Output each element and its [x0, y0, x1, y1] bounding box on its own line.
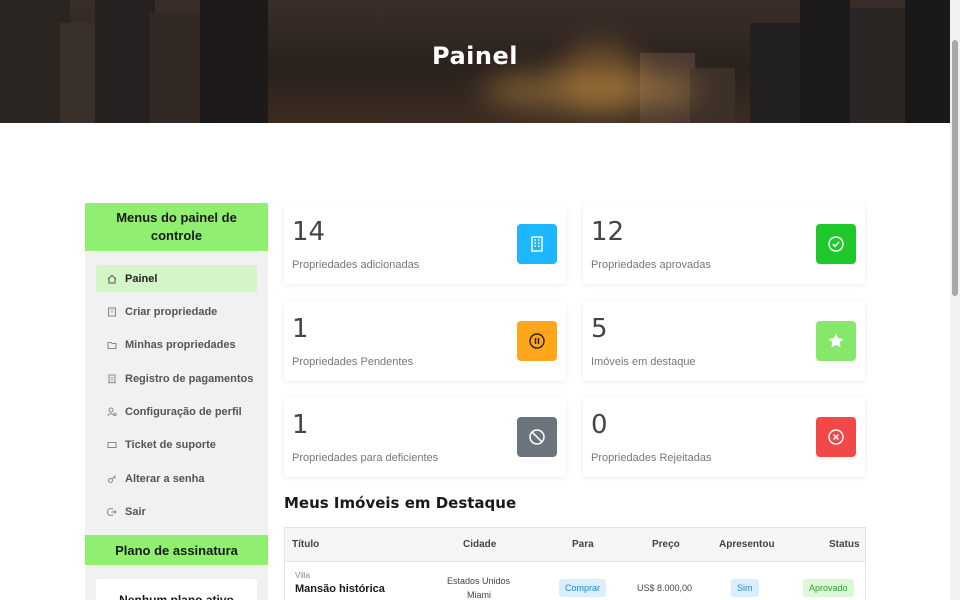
- featured-badge: Sim: [731, 579, 759, 597]
- sidebar-item-sair[interactable]: Sair: [96, 499, 257, 526]
- x-circle-icon: [816, 417, 856, 457]
- key-icon: [106, 473, 118, 485]
- property-country: Estados Unidos: [447, 576, 511, 586]
- stat-label: Propriedades aprovadas: [591, 259, 711, 271]
- check-circle-icon: [816, 224, 856, 264]
- stat-card-rejected: 0 Propriedades Rejeitadas: [583, 397, 865, 477]
- pause-circle-icon: [517, 321, 557, 361]
- dashboard-page: Painel Menus do painel de controle Paine…: [0, 0, 960, 600]
- featured-section-title: Meus Imóveis em Destaque: [284, 494, 517, 512]
- hero-banner: Painel: [0, 0, 950, 123]
- sidebar-item-label: Registro de pagamentos: [125, 372, 254, 385]
- stat-label: Propriedades Rejeitadas: [591, 452, 712, 464]
- sidebar-item-label: Criar propriedade: [125, 305, 218, 318]
- stat-card-approved: 12 Propriedades aprovadas: [583, 204, 865, 284]
- stat-card-disabled: 1 Propriedades para deficientes: [284, 397, 566, 477]
- page-title: Painel: [432, 42, 518, 70]
- table-header: Título Cidade Para Preço Apresentou Stat…: [285, 528, 865, 562]
- sidebar-item-minhas-propriedades[interactable]: Minhas propriedades: [96, 332, 257, 359]
- property-price: US$ 8.000,00: [637, 583, 693, 593]
- user-gear-icon: [106, 406, 118, 418]
- stat-value: 5: [591, 314, 608, 344]
- receipt-icon: [106, 373, 118, 385]
- stat-value: 12: [591, 217, 625, 247]
- column-header-status: Status: [829, 539, 860, 550]
- stat-label: Propriedades para deficientes: [292, 452, 439, 464]
- stat-label: Imóveis em destaque: [591, 356, 696, 368]
- sidebar-menu: Painel Criar propriedade Minhas propried…: [85, 251, 268, 526]
- stat-value: 1: [292, 410, 309, 440]
- stat-label: Propriedades Pendentes: [292, 356, 414, 368]
- featured-table: Título Cidade Para Preço Apresentou Stat…: [284, 527, 866, 600]
- sidebar-item-label: Minhas propriedades: [125, 339, 236, 352]
- home-icon: [106, 273, 118, 285]
- column-header-for: Para: [572, 539, 594, 550]
- sidebar-item-label: Configuração de perfil: [125, 406, 242, 419]
- plan-status: Nenhum plano ativo: [96, 579, 257, 600]
- sidebar-item-label: Ticket de suporte: [125, 439, 216, 452]
- sidebar-title: Menus do painel de controle: [85, 203, 268, 251]
- status-badge: Aprovado: [803, 579, 854, 597]
- stat-value: 14: [292, 217, 326, 247]
- table-row[interactable]: Villa Mansão histórica Estados Unidos Mi…: [285, 562, 865, 600]
- building-icon: [106, 306, 118, 318]
- logout-icon: [106, 506, 118, 518]
- stat-value: 1: [292, 314, 309, 344]
- stat-card-pending: 1 Propriedades Pendentes: [284, 301, 566, 381]
- sidebar-item-ticket-de-suporte[interactable]: Ticket de suporte: [96, 432, 257, 459]
- sidebar: Menus do painel de controle Painel Criar…: [85, 203, 268, 600]
- ticket-icon: [106, 439, 118, 451]
- column-header-city: Cidade: [463, 539, 497, 550]
- sidebar-item-painel[interactable]: Painel: [96, 265, 257, 292]
- scrollbar-thumb[interactable]: [952, 40, 958, 296]
- sidebar-item-label: Painel: [125, 272, 158, 285]
- stat-value: 0: [591, 410, 608, 440]
- for-badge: Comprar: [559, 579, 607, 597]
- sidebar-item-label: Sair: [125, 506, 146, 519]
- scrollbar[interactable]: [950, 0, 960, 600]
- column-header-title: Título: [292, 539, 320, 550]
- column-header-price: Preço: [652, 539, 680, 550]
- column-header-featured: Apresentou: [719, 539, 775, 550]
- sidebar-item-registro-de-pagamentos[interactable]: Registro de pagamentos: [96, 365, 257, 392]
- stat-card-added: 14 Propriedades adicionadas: [284, 204, 566, 284]
- property-title[interactable]: Mansão histórica: [295, 583, 385, 595]
- sidebar-item-label: Alterar a senha: [125, 472, 205, 485]
- property-city: Miami: [467, 590, 491, 600]
- building-icon: [517, 224, 557, 264]
- sidebar-item-configuracao-de-perfil[interactable]: Configuração de perfil: [96, 399, 257, 426]
- folder-icon: [106, 339, 118, 351]
- star-icon: [816, 321, 856, 361]
- ban-icon: [517, 417, 557, 457]
- sidebar-item-alterar-a-senha[interactable]: Alterar a senha: [96, 465, 257, 492]
- plan-title: Plano de assinatura: [85, 535, 268, 565]
- stat-label: Propriedades adicionadas: [292, 259, 420, 271]
- stat-card-featured: 5 Imóveis em destaque: [583, 301, 865, 381]
- sidebar-item-criar-propriedade[interactable]: Criar propriedade: [96, 298, 257, 325]
- property-type: Villa: [295, 571, 310, 580]
